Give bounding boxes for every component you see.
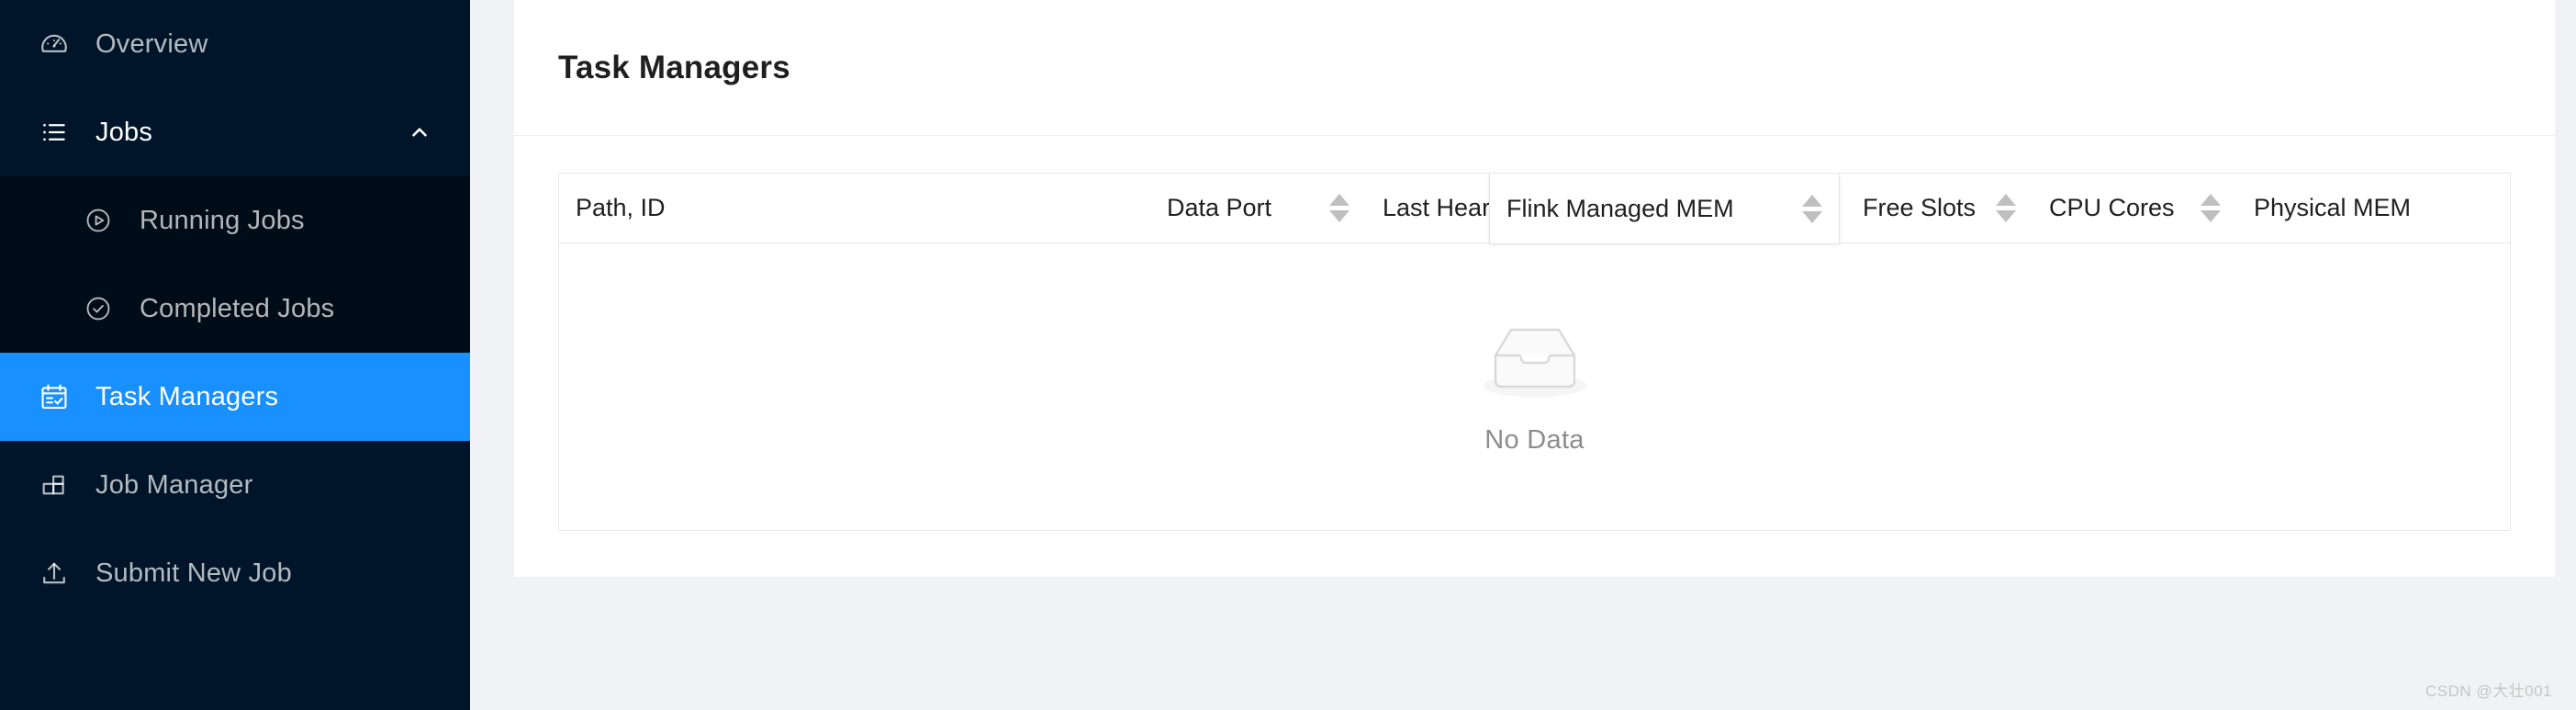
build-blocks-icon xyxy=(39,469,70,501)
table-header-row: Path, ID Data Port Last Heartbeat Free S… xyxy=(559,174,2510,244)
caret-up-icon xyxy=(2201,194,2221,206)
empty-inbox-icon xyxy=(1476,318,1594,411)
column-label: CPU Cores xyxy=(2049,194,2175,221)
sidebar-item-label: Overview xyxy=(95,28,208,59)
table-col-cpu-cores[interactable]: CPU Cores xyxy=(2033,174,2237,242)
sidebar-item-label: Running Jobs xyxy=(140,205,305,235)
column-label: Data Port xyxy=(1167,194,1272,221)
empty-state-text: No Data xyxy=(1484,425,1585,455)
main-content: Task Managers Path, ID Data Port Last He… xyxy=(470,0,2576,710)
sidebar-item-task-managers[interactable]: Task Managers xyxy=(0,353,470,441)
dashboard-icon xyxy=(39,28,70,60)
caret-down-icon xyxy=(1996,210,2016,222)
sidebar-item-overview[interactable]: Overview xyxy=(0,0,470,88)
sidebar-item-completed-jobs[interactable]: Completed Jobs xyxy=(0,265,470,353)
caret-up-icon xyxy=(1996,194,2016,206)
sidebar: Overview Jobs Running Jobs Completed Job… xyxy=(0,0,470,710)
chevron-up-icon[interactable] xyxy=(408,120,431,144)
list-icon xyxy=(39,117,70,148)
sidebar-submenu-jobs: Running Jobs Completed Jobs xyxy=(0,176,470,353)
table-col-path-id[interactable]: Path, ID xyxy=(559,174,1150,242)
sidebar-item-label: Task Managers xyxy=(95,381,279,411)
caret-down-icon xyxy=(1802,210,1822,223)
sidebar-item-job-manager[interactable]: Job Manager xyxy=(0,441,470,529)
watermark: CSDN @大壮001 xyxy=(2425,682,2552,700)
table-col-physical-mem[interactable]: Physical MEM xyxy=(2237,174,2510,242)
column-label: Path, ID xyxy=(576,194,666,221)
card-body: Path, ID Data Port Last Heartbeat Free S… xyxy=(514,136,2555,531)
table-col-flink-managed-mem-dragging[interactable]: Flink Managed MEM xyxy=(1489,174,1840,244)
sort-caret-icon[interactable] xyxy=(1787,194,1822,223)
sidebar-item-label: Jobs xyxy=(95,117,153,147)
sidebar-item-jobs[interactable]: Jobs xyxy=(0,88,470,176)
check-circle-icon xyxy=(83,293,114,324)
sidebar-item-label: Job Manager xyxy=(95,469,253,500)
sidebar-item-label: Submit New Job xyxy=(95,558,292,588)
sort-caret-icon[interactable] xyxy=(1315,194,1350,222)
table-col-free-slots[interactable]: Free Slots xyxy=(1846,174,2033,242)
sidebar-item-submit-new-job[interactable]: Submit New Job xyxy=(0,529,470,617)
column-label: Flink Managed MEM xyxy=(1506,194,1734,222)
upload-icon xyxy=(39,558,70,589)
table-empty-state: No Data xyxy=(559,243,2510,530)
caret-up-icon xyxy=(1802,194,1822,207)
table-col-data-port[interactable]: Data Port xyxy=(1150,174,1366,242)
caret-down-icon xyxy=(2201,210,2221,222)
caret-down-icon xyxy=(1329,210,1350,222)
play-circle-icon xyxy=(83,205,114,236)
task-managers-table: Path, ID Data Port Last Heartbeat Free S… xyxy=(558,173,2511,531)
sort-caret-icon[interactable] xyxy=(2186,194,2221,222)
schedule-icon xyxy=(39,381,70,412)
card-header: Task Managers xyxy=(514,0,2555,136)
caret-up-icon xyxy=(1329,194,1350,206)
column-label: Free Slots xyxy=(1863,194,1977,221)
sidebar-item-running-jobs[interactable]: Running Jobs xyxy=(0,176,470,265)
app-root: Overview Jobs Running Jobs Completed Job… xyxy=(0,0,2576,710)
task-managers-card: Task Managers Path, ID Data Port Last He… xyxy=(514,0,2555,577)
column-label: Physical MEM xyxy=(2254,194,2412,221)
sidebar-item-label: Completed Jobs xyxy=(140,293,335,323)
page-title: Task Managers xyxy=(558,49,790,85)
sort-caret-icon[interactable] xyxy=(1981,194,2016,222)
